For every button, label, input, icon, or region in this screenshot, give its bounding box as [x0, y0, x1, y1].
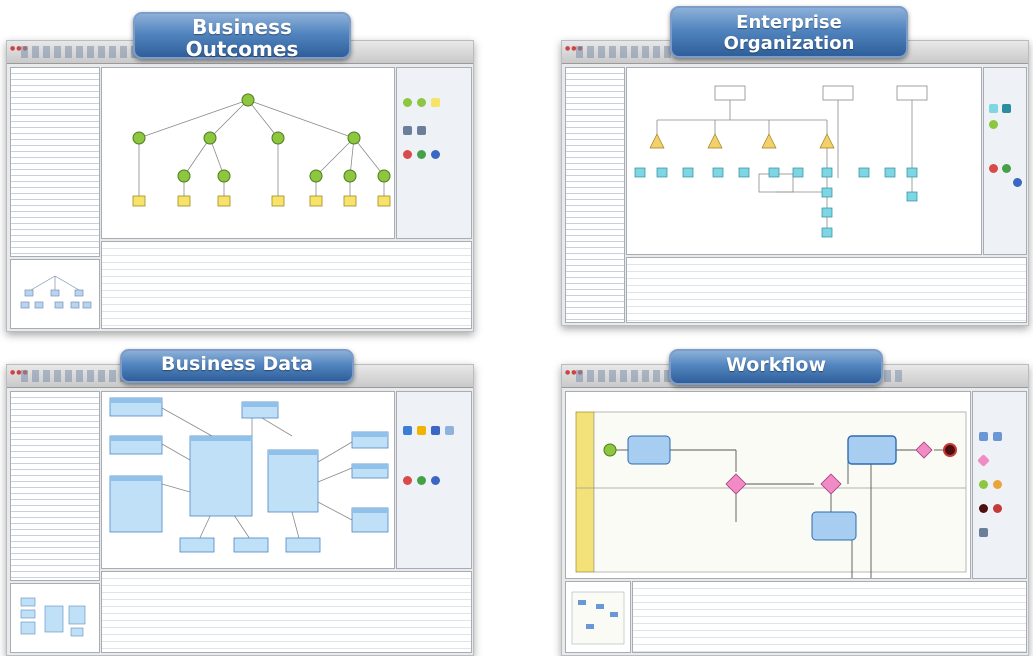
screenshot-business-data: ●●●	[6, 364, 474, 656]
project-explorer[interactable]	[10, 67, 100, 257]
annotation-blue-icon[interactable]	[431, 150, 440, 159]
annotation-blue-icon[interactable]	[1013, 178, 1022, 187]
organization-diagram	[634, 85, 928, 238]
palette[interactable]	[983, 67, 1027, 255]
data-model-diagram	[109, 397, 389, 553]
annotation-red-icon[interactable]	[403, 476, 412, 485]
outline-view[interactable]	[10, 259, 100, 329]
palette[interactable]	[396, 391, 472, 569]
business-data-label: Business Data	[161, 353, 313, 375]
outline-thumbnail	[20, 597, 86, 637]
connector-tool-icon[interactable]	[417, 126, 426, 135]
project-explorer[interactable]	[10, 391, 100, 581]
project-explorer[interactable]	[565, 67, 625, 323]
goal-diagram-canvas[interactable]	[101, 67, 395, 239]
entity-tool-icon[interactable]	[403, 426, 412, 435]
data-model-canvas[interactable]	[101, 391, 395, 569]
position-tool-icon[interactable]	[989, 120, 998, 129]
properties-panel[interactable]	[632, 581, 1027, 653]
enterprise-organization-label: Enterprise Organization	[723, 12, 855, 54]
workflow-title: Workflow	[669, 349, 883, 385]
workflow-diagram	[575, 411, 967, 578]
link-tool-icon[interactable]	[403, 126, 412, 135]
business-outcomes-label: Business Outcomes	[185, 15, 299, 61]
palette[interactable]	[972, 391, 1027, 579]
intermediate-event-tool-icon[interactable]	[993, 480, 1002, 489]
properties-panel[interactable]	[101, 571, 472, 653]
business-outcomes-title: Business Outcomes	[133, 12, 351, 61]
unit-tool-icon[interactable]	[1002, 104, 1011, 113]
annotation-red-icon[interactable]	[403, 150, 412, 159]
end-event-alt-tool-icon[interactable]	[993, 504, 1002, 513]
subgoal-tool-icon[interactable]	[417, 98, 426, 107]
role-tool-icon[interactable]	[989, 104, 998, 113]
screenshot-workflow: ●●●	[561, 364, 1029, 656]
annotation-green-icon[interactable]	[417, 150, 426, 159]
task-tool-icon[interactable]	[979, 432, 988, 441]
artifact-tool-icon[interactable]	[979, 528, 988, 537]
end-event-tool-icon[interactable]	[979, 504, 988, 513]
outline-view[interactable]	[565, 581, 631, 653]
outline-thumbnail	[20, 275, 92, 309]
type-tool-icon[interactable]	[431, 426, 440, 435]
outline-thumbnail	[571, 591, 625, 645]
annotation-green-icon[interactable]	[1002, 164, 1011, 173]
organization-diagram-canvas[interactable]	[626, 67, 982, 255]
outline-view[interactable]	[10, 583, 100, 653]
screenshot-enterprise-organization: ●●●	[561, 40, 1029, 326]
attribute-tool-icon[interactable]	[417, 426, 426, 435]
annotation-green-icon[interactable]	[417, 476, 426, 485]
goal-tool-icon[interactable]	[403, 98, 412, 107]
gateway-tool-icon[interactable]	[977, 454, 990, 467]
annotation-blue-icon[interactable]	[431, 476, 440, 485]
subprocess-tool-icon[interactable]	[993, 432, 1002, 441]
palette[interactable]	[396, 67, 472, 239]
properties-panel[interactable]	[626, 257, 1027, 323]
screenshot-business-outcomes: ●●●	[6, 40, 474, 332]
goal-tree-diagram	[132, 93, 391, 207]
relation-tool-icon[interactable]	[445, 426, 454, 435]
properties-panel[interactable]	[101, 241, 472, 329]
workflow-label: Workflow	[725, 354, 827, 376]
outcome-tool-icon[interactable]	[431, 98, 440, 107]
start-event-tool-icon[interactable]	[979, 480, 988, 489]
process-diagram-canvas[interactable]	[565, 391, 971, 579]
enterprise-organization-title: Enterprise Organization	[670, 6, 908, 58]
business-data-title: Business Data	[120, 349, 354, 383]
annotation-red-icon[interactable]	[989, 164, 998, 173]
